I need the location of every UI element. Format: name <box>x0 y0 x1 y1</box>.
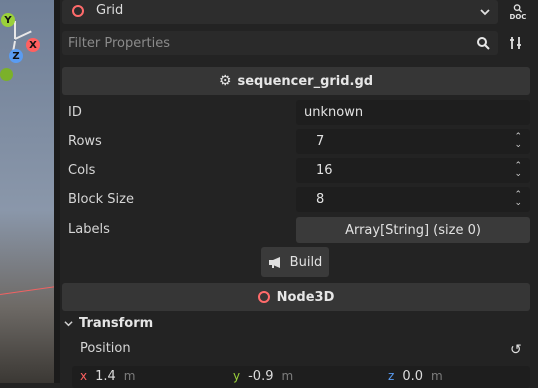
node3d-section-header[interactable]: Node3D <box>62 283 530 311</box>
id-field[interactable]: unknown <box>296 100 530 125</box>
gear-icon: ⚙ <box>218 73 232 89</box>
spin-arrows-icon[interactable]: ⌃ ⌄ <box>514 191 522 208</box>
megaphone-icon <box>268 256 280 268</box>
build-button[interactable]: Build <box>261 247 329 277</box>
property-label-id: ID <box>68 105 82 120</box>
rows-spinbox[interactable]: 7 ⌃ ⌄ <box>296 129 530 154</box>
node3d-section-title: Node3D <box>276 289 335 305</box>
labels-array-value: Array[String] (size 0) <box>345 222 481 238</box>
3d-viewport[interactable]: Y X Z <box>0 0 54 383</box>
block-size-spinbox[interactable]: 8 ⌃ ⌄ <box>296 187 530 212</box>
transform-title: Transform <box>79 316 154 331</box>
x-axis-grid-line <box>0 285 54 295</box>
inspector-panel: Grid DOC Filter Properties ⚙ sequencer_g… <box>60 0 538 388</box>
gizmo-z-axis[interactable]: Z <box>9 49 23 63</box>
position-x-value: 1.4 <box>95 369 116 384</box>
position-y-field[interactable]: y -0.9 m <box>233 369 293 384</box>
position-z-unit: m <box>431 369 443 383</box>
search-icon <box>477 37 490 50</box>
build-label: Build <box>289 254 323 270</box>
gizmo-x-label: X <box>29 39 37 51</box>
property-label-rows: Rows <box>68 134 102 149</box>
filter-placeholder: Filter Properties <box>68 35 171 51</box>
spin-arrows-icon[interactable]: ⌃ ⌄ <box>514 162 522 179</box>
position-x-field[interactable]: x 1.4 m <box>80 369 136 384</box>
position-z-field[interactable]: z 0.0 m <box>388 369 443 384</box>
cols-spinbox[interactable]: 16 ⌃ ⌄ <box>296 158 530 183</box>
doc-label: DOC <box>509 12 527 21</box>
block-size-value: 8 <box>316 192 325 207</box>
chevron-down-icon <box>480 9 490 16</box>
labels-array-button[interactable]: Array[String] (size 0) <box>296 217 530 243</box>
gizmo-axis-line <box>14 21 16 39</box>
gizmo-x-axis[interactable]: X <box>26 38 40 52</box>
position-y-value: -0.9 <box>248 369 274 384</box>
tools-icon[interactable] <box>509 36 523 50</box>
gizmo-y-axis[interactable]: Y <box>1 13 15 27</box>
gizmo-neg-y-axis[interactable] <box>0 68 13 81</box>
cols-value: 16 <box>316 163 333 178</box>
script-section-title: sequencer_grid.gd <box>237 73 374 89</box>
position-z-value: 0.0 <box>402 369 423 384</box>
search-icon <box>513 3 523 13</box>
gizmo-z-label: Z <box>12 50 20 62</box>
transform-group-header[interactable]: Transform <box>64 316 153 331</box>
reset-icon[interactable]: ↺ <box>510 342 522 358</box>
z-axis-label: z <box>388 369 395 383</box>
position-y-unit: m <box>281 369 294 383</box>
id-value: unknown <box>304 105 364 120</box>
node-name: Grid <box>96 3 124 18</box>
node-history-dropdown[interactable]: Grid <box>62 0 498 24</box>
position-label: Position <box>80 341 131 356</box>
gizmo-y-label: Y <box>4 14 12 26</box>
position-x-unit: m <box>123 369 136 383</box>
property-label-cols: Cols <box>68 163 96 178</box>
x-axis-label: x <box>80 369 88 383</box>
rows-value: 7 <box>316 134 325 149</box>
filter-properties-input[interactable]: Filter Properties <box>62 31 498 55</box>
script-section-header[interactable]: ⚙ sequencer_grid.gd <box>62 67 530 95</box>
node3d-icon <box>257 291 270 303</box>
node-icon <box>72 5 84 17</box>
property-label-block-size: Block Size <box>68 192 134 207</box>
open-docs-button[interactable]: DOC <box>504 0 532 24</box>
position-vector-field: x 1.4 m y -0.9 m z 0.0 m <box>72 366 530 388</box>
property-label-labels: Labels <box>68 222 110 237</box>
spin-arrows-icon[interactable]: ⌃ ⌄ <box>514 133 522 150</box>
y-axis-label: y <box>233 369 241 383</box>
chevron-down-icon <box>64 321 73 327</box>
